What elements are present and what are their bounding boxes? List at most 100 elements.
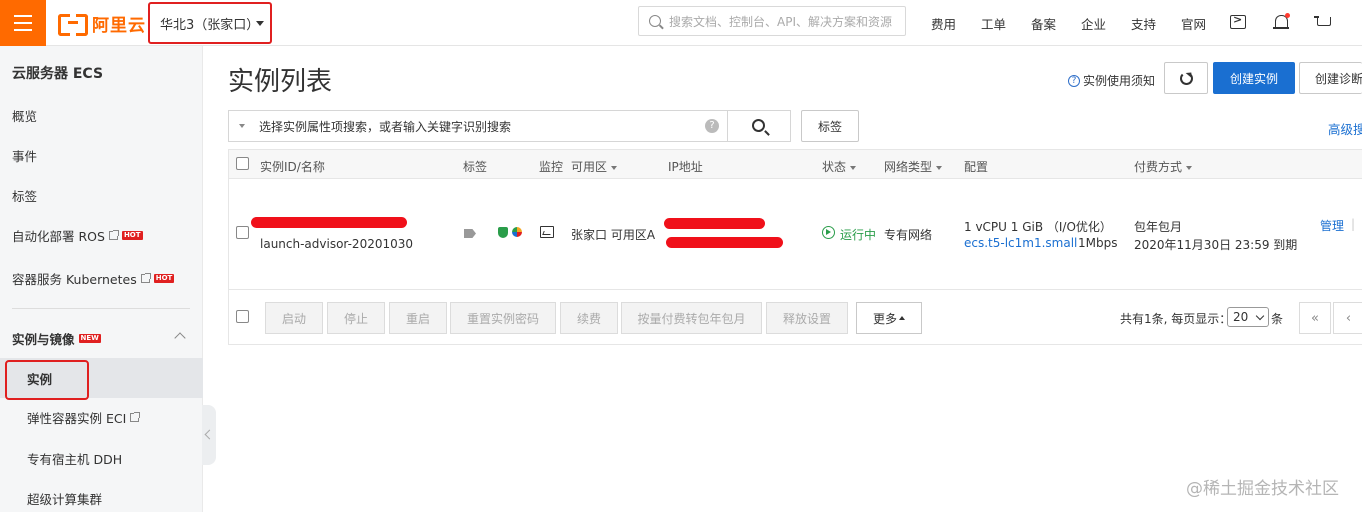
first-page-button[interactable]: «: [1299, 302, 1331, 334]
sidebar-item-overview[interactable]: 概览: [12, 106, 37, 125]
billing-type: 包年包月: [1134, 220, 1183, 234]
help-icon[interactable]: ?: [705, 119, 719, 133]
cloud-monitor-icon[interactable]: [512, 227, 522, 237]
config-spec: 1 vCPU 1 GiB （I/O优化）: [964, 220, 1112, 234]
sidebar-item-label: 事件: [12, 149, 38, 164]
sidebar-item-tags[interactable]: 标签: [12, 186, 37, 205]
nav-official-site[interactable]: 官网: [1181, 0, 1206, 46]
renew-button[interactable]: 续费: [560, 302, 618, 334]
nav-billing[interactable]: 费用: [931, 0, 956, 46]
chevron-up-icon[interactable]: [174, 332, 186, 344]
caret-down-icon: [256, 21, 264, 26]
switch-to-subscription-button[interactable]: 按量付费转包年包月: [621, 302, 762, 334]
sidebar-item-label: 容器服务 Kubernetes: [12, 272, 137, 287]
nav-enterprise[interactable]: 企业: [1081, 0, 1106, 46]
bandwidth-value: 1Mbps: [1078, 236, 1118, 250]
sidebar-item-events[interactable]: 事件: [12, 146, 37, 165]
col-ip: IP地址: [668, 160, 703, 174]
instance-filter-input[interactable]: 选择实例属性项搜索，或者输入关键字识别搜索 ?: [228, 110, 728, 142]
instance-table: 实例ID/名称 标签 监控 可用区 IP地址 状态 网络类型 配置 付费方式 l…: [228, 149, 1362, 345]
footer-select-all-checkbox[interactable]: [236, 310, 249, 323]
sidebar-item-label: 概览: [12, 109, 38, 124]
refresh-button[interactable]: [1164, 62, 1208, 94]
new-badge: NEW: [78, 334, 101, 343]
region-selector[interactable]: 华北3（张家口）: [148, 2, 272, 44]
monitor-chart-icon[interactable]: [540, 226, 554, 238]
network-type-value: 专有网络: [884, 228, 933, 242]
caret-down-icon: [850, 165, 857, 170]
external-link-icon: [108, 230, 119, 240]
nav-support[interactable]: 支持: [1131, 0, 1156, 46]
sidebar-item-label: 超级计算集群: [27, 492, 103, 507]
tag-icon[interactable]: [464, 229, 476, 238]
hot-badge: HOT: [153, 274, 175, 283]
more-button[interactable]: 更多: [856, 302, 922, 334]
col-network[interactable]: 网络类型: [884, 158, 943, 175]
sidebar-item-label: 自动化部署 ROS: [12, 229, 105, 244]
sidebar-collapse-handle[interactable]: [202, 405, 216, 465]
terminal-icon[interactable]: [1230, 13, 1246, 29]
pager-summary: 共有1条, 每页显示：: [1120, 312, 1232, 326]
manage-link[interactable]: 管理: [1320, 217, 1344, 234]
hot-badge: HOT: [121, 231, 143, 240]
prev-page-button[interactable]: ‹: [1333, 302, 1362, 334]
filter-search-button[interactable]: [727, 110, 791, 142]
release-settings-button[interactable]: 释放设置: [766, 302, 848, 334]
more-button-label: 更多: [872, 311, 897, 326]
col-instance-id: 实例ID/名称: [260, 160, 325, 174]
instance-name[interactable]: launch-advisor-20201030: [260, 237, 413, 251]
aliyun-logo[interactable]: 阿里云: [58, 10, 146, 36]
redacted-ip-2: [666, 237, 783, 248]
select-all-checkbox[interactable]: [236, 157, 249, 170]
tag-filter-button[interactable]: 标签: [801, 110, 859, 142]
caret-down-icon: [936, 165, 943, 170]
stop-button[interactable]: 停止: [327, 302, 385, 334]
instance-help-link[interactable]: ? 实例使用须知: [1068, 72, 1155, 89]
sidebar-item-eci[interactable]: 弹性容器实例 ECI: [27, 408, 141, 427]
status-badge: 运行中: [840, 228, 877, 242]
sidebar-item-scc[interactable]: 超级计算集群: [27, 489, 102, 508]
nav-icp[interactable]: 备案: [1031, 0, 1056, 46]
global-search-input[interactable]: 搜索文档、控制台、API、解决方案和资源: [638, 6, 906, 36]
expiry-date: 2020年11月30日 23:59 到期: [1134, 238, 1298, 252]
bell-icon[interactable]: [1272, 13, 1292, 33]
table-header: 实例ID/名称 标签 监控 可用区 IP地址 状态 网络类型 配置 付费方式: [229, 150, 1362, 179]
col-zone-label: 可用区: [571, 160, 608, 174]
security-shield-icon[interactable]: [498, 227, 508, 238]
row-checkbox[interactable]: [236, 226, 249, 239]
sidebar-item-kubernetes[interactable]: 容器服务 Kubernetes HOT: [12, 269, 175, 288]
caret-down-icon: [611, 165, 618, 170]
zone-value: 张家口 可用区A: [571, 228, 656, 242]
running-status-icon: [822, 226, 835, 239]
col-status[interactable]: 状态: [822, 158, 857, 175]
filter-placeholder: 选择实例属性项搜索，或者输入关键字识别搜索: [259, 119, 512, 134]
col-billing[interactable]: 付费方式: [1134, 158, 1193, 175]
restart-button[interactable]: 重启: [389, 302, 447, 334]
page-size-select[interactable]: 20: [1227, 307, 1269, 327]
logo-text: 阿里云: [92, 15, 146, 36]
instance-type-link[interactable]: ecs.t5-lc1m1.small: [964, 236, 1077, 250]
help-link-label: 实例使用须知: [1083, 74, 1156, 88]
batch-action-bar: 启动 停止 重启 重置实例密码 续费 按量付费转包年包月 释放设置 更多 共有1…: [229, 289, 1362, 345]
create-instance-button[interactable]: 创建实例: [1213, 62, 1295, 94]
hamburger-menu-icon[interactable]: [0, 0, 46, 46]
region-label: 华北3（张家口）: [160, 17, 260, 33]
redacted-ip-1: [664, 218, 765, 229]
sidebar-item-ros[interactable]: 自动化部署 ROS HOT: [12, 226, 143, 245]
external-link-icon: [140, 273, 151, 283]
sidebar-group-instances-images[interactable]: 实例与镜像 NEW: [12, 329, 101, 348]
col-config: 配置: [964, 160, 989, 174]
advanced-search-link[interactable]: 高级搜: [1328, 119, 1362, 138]
watermark: @稀土掘金技术社区: [1186, 479, 1339, 499]
col-zone[interactable]: 可用区: [571, 158, 618, 175]
search-icon: [649, 15, 661, 27]
caret-down-icon: [239, 124, 245, 128]
nav-tickets[interactable]: 工单: [981, 0, 1006, 46]
reset-password-button[interactable]: 重置实例密码: [450, 302, 556, 334]
sidebar-item-ddh[interactable]: 专有宿主机 DDH: [27, 449, 122, 468]
sidebar: 云服务器 ECS 概览 事件 标签 自动化部署 ROS HOT 容器服务 Kub…: [0, 46, 203, 512]
start-button[interactable]: 启动: [265, 302, 323, 334]
question-icon: ?: [1068, 74, 1080, 87]
cart-icon[interactable]: [1314, 13, 1334, 33]
create-diagnosis-button[interactable]: 创建诊断: [1299, 62, 1362, 94]
